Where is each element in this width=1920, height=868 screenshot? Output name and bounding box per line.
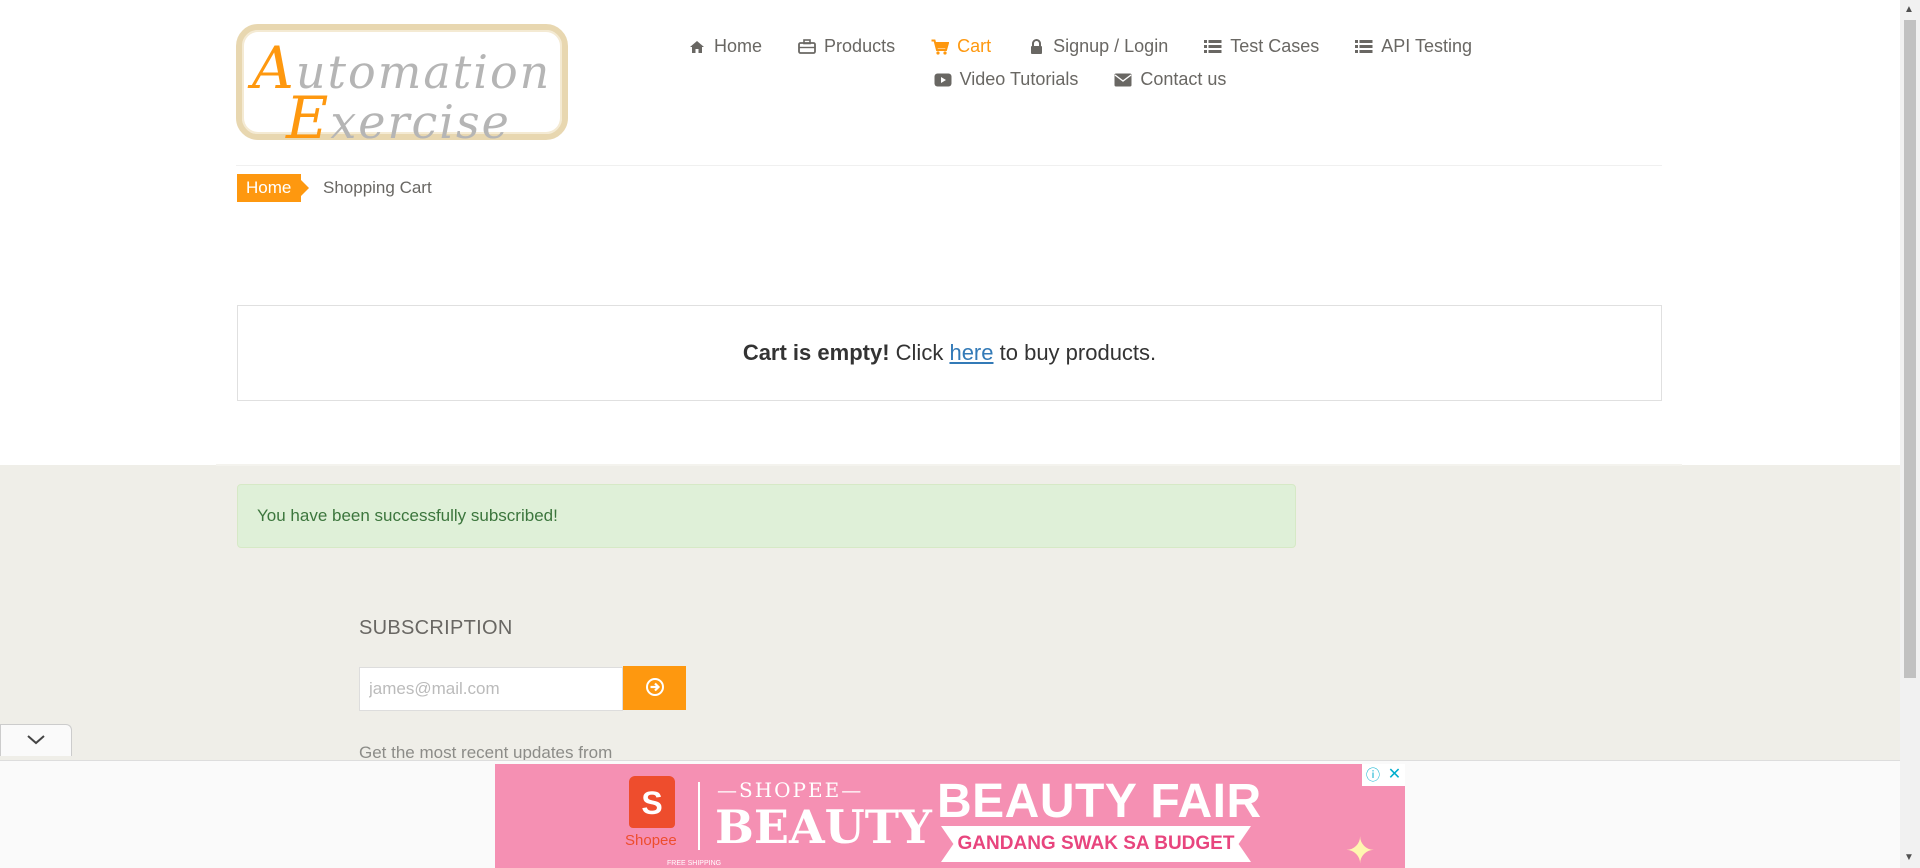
empty-cart-click-text: Click xyxy=(895,340,944,365)
envelope-icon xyxy=(1114,71,1132,89)
nav-label-contact-us: Contact us xyxy=(1140,69,1227,89)
nav-item-video-tutorials[interactable]: Video Tutorials xyxy=(934,69,1079,90)
ad-title: BEAUTY FAIR xyxy=(937,775,1262,828)
shopping-cart-icon xyxy=(931,38,950,56)
empty-cart-heading: Cart is empty! xyxy=(742,340,890,365)
ad-collapse-toggle[interactable] xyxy=(0,724,72,756)
shopee-beauty-ad[interactable]: S Shopee —SHOPEE— BEAUTY BEAUTY FAIR GAN… xyxy=(495,764,1405,868)
subscribe-success-alert: You have been successfully subscribed! xyxy=(237,484,1296,548)
nav-item-contact-us[interactable]: Contact us xyxy=(1114,69,1226,90)
sparkle-icon: ✦ xyxy=(1345,830,1376,868)
subscription-email-input[interactable] xyxy=(359,667,623,711)
list-icon xyxy=(1355,38,1373,56)
nav-label-api-testing: API Testing xyxy=(1381,36,1472,56)
ad-divider xyxy=(698,782,700,850)
scrollbar-thumb[interactable] xyxy=(1904,20,1916,678)
nav-row-2: Video Tutorials Contact us xyxy=(700,69,1460,90)
subscribe-button[interactable] xyxy=(623,666,686,710)
nav-label-home: Home xyxy=(714,36,763,56)
logo-cap-e: E xyxy=(286,84,331,152)
buy-products-link[interactable]: here xyxy=(949,340,993,366)
breadcrumb-home[interactable]: Home xyxy=(237,174,310,202)
nav-label-video-tutorials: Video Tutorials xyxy=(959,69,1079,89)
nav-item-test-cases[interactable]: Test Cases xyxy=(1204,36,1319,57)
scroll-down-icon[interactable]: ▼ xyxy=(1904,852,1914,863)
nav-label-test-cases: Test Cases xyxy=(1230,36,1320,56)
header-divider xyxy=(236,165,1662,166)
subscription-title: SUBSCRIPTION xyxy=(359,617,513,639)
ad-ribbon: GANDANG SWAK SA BUDGET xyxy=(941,826,1251,862)
scroll-up-icon[interactable]: ▲ xyxy=(1904,4,1914,15)
youtube-play-icon xyxy=(934,71,952,89)
nav-item-cart[interactable]: Cart xyxy=(931,36,991,57)
logo-line-2: Exercise xyxy=(286,84,511,152)
shopee-bag-icon: S xyxy=(629,776,675,828)
briefcase-icon xyxy=(798,38,816,56)
empty-cart-rest-text: to buy products. xyxy=(999,340,1157,365)
home-icon xyxy=(688,38,706,56)
nav-label-products: Products xyxy=(824,36,896,56)
nav-row-1: Home Products Cart Signup / Login Test C… xyxy=(690,36,1472,57)
footer-top-divider xyxy=(216,464,1682,466)
logo-text-2: xercise xyxy=(330,95,511,149)
nav-label-cart: Cart xyxy=(957,36,992,56)
nav-item-home[interactable]: Home xyxy=(688,36,762,57)
ad-close-icon[interactable]: ✕ xyxy=(1384,764,1405,786)
arrow-circle-right-icon xyxy=(645,677,665,700)
nav-label-signup-login: Signup / Login xyxy=(1053,36,1169,56)
nav-item-signup-login[interactable]: Signup / Login xyxy=(1027,36,1168,57)
nav-item-products[interactable]: Products xyxy=(798,36,895,57)
empty-cart-message: Cart is empty! Click here to buy product… xyxy=(237,305,1662,401)
breadcrumb-current: Shopping Cart xyxy=(323,178,432,197)
page-scrollbar[interactable]: ▲ ▼ xyxy=(1900,0,1920,868)
lock-icon xyxy=(1027,38,1045,56)
nav-item-api-testing[interactable]: API Testing xyxy=(1355,36,1472,57)
ad-brand-top: —SHOPEE— xyxy=(717,778,864,802)
chevron-down-icon xyxy=(27,732,45,750)
list-icon xyxy=(1204,38,1222,56)
ad-logo-label: Shopee xyxy=(625,832,677,849)
ad-info-icon[interactable]: ⓘ xyxy=(1362,764,1384,786)
main-nav: Home Products Cart Signup / Login Test C… xyxy=(690,36,1472,90)
site-logo[interactable]: Automation Exercise xyxy=(236,24,568,152)
ad-fine-print: FREE SHIPPING xyxy=(667,860,722,867)
ad-brand: BEAUTY xyxy=(715,800,932,854)
